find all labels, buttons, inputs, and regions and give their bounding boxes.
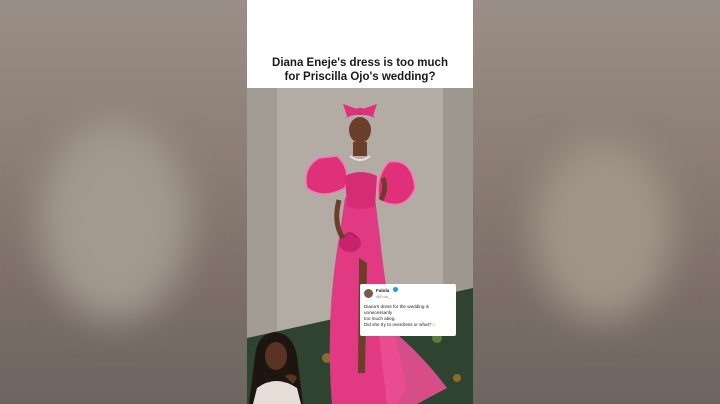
tweet-card: Falola @Fola__ Diana's dress for the wed… bbox=[360, 284, 456, 336]
tweet-handle: @Fola__ bbox=[376, 294, 393, 299]
tweet-line-3-text: Did she try to overdress or what? bbox=[364, 322, 432, 327]
verified-badge-icon bbox=[392, 287, 398, 292]
headline-line-2: for Priscilla Ojo's wedding? bbox=[284, 71, 436, 83]
blurred-background-left bbox=[0, 0, 247, 404]
tweet-avatar bbox=[364, 289, 373, 298]
tweet-name: Falola bbox=[376, 288, 390, 293]
tweet-line-3: Did she try to overdress or what?☺ bbox=[364, 322, 452, 328]
tweet-text: Diana's dress for the wedding is unneces… bbox=[364, 304, 452, 328]
reactor-person-icon bbox=[249, 332, 303, 404]
blurred-background-right bbox=[473, 0, 720, 404]
laughing-emoji-icon: ☺ bbox=[431, 322, 437, 327]
tweet-line-1: Diana's dress for the wedding is unneces… bbox=[364, 304, 429, 315]
headline-line-1: Diana Eneje's dress is too much bbox=[272, 57, 448, 69]
tweet-header: Falola @Fola__ bbox=[364, 287, 452, 300]
video-headline: Diana Eneje's dress is too much for Pris… bbox=[247, 56, 473, 84]
tweet-author: Falola @Fola__ bbox=[376, 287, 398, 300]
short-video-frame[interactable]: Diana Eneje's dress is too much for Pris… bbox=[247, 0, 473, 404]
reactor-overlay bbox=[247, 326, 307, 404]
